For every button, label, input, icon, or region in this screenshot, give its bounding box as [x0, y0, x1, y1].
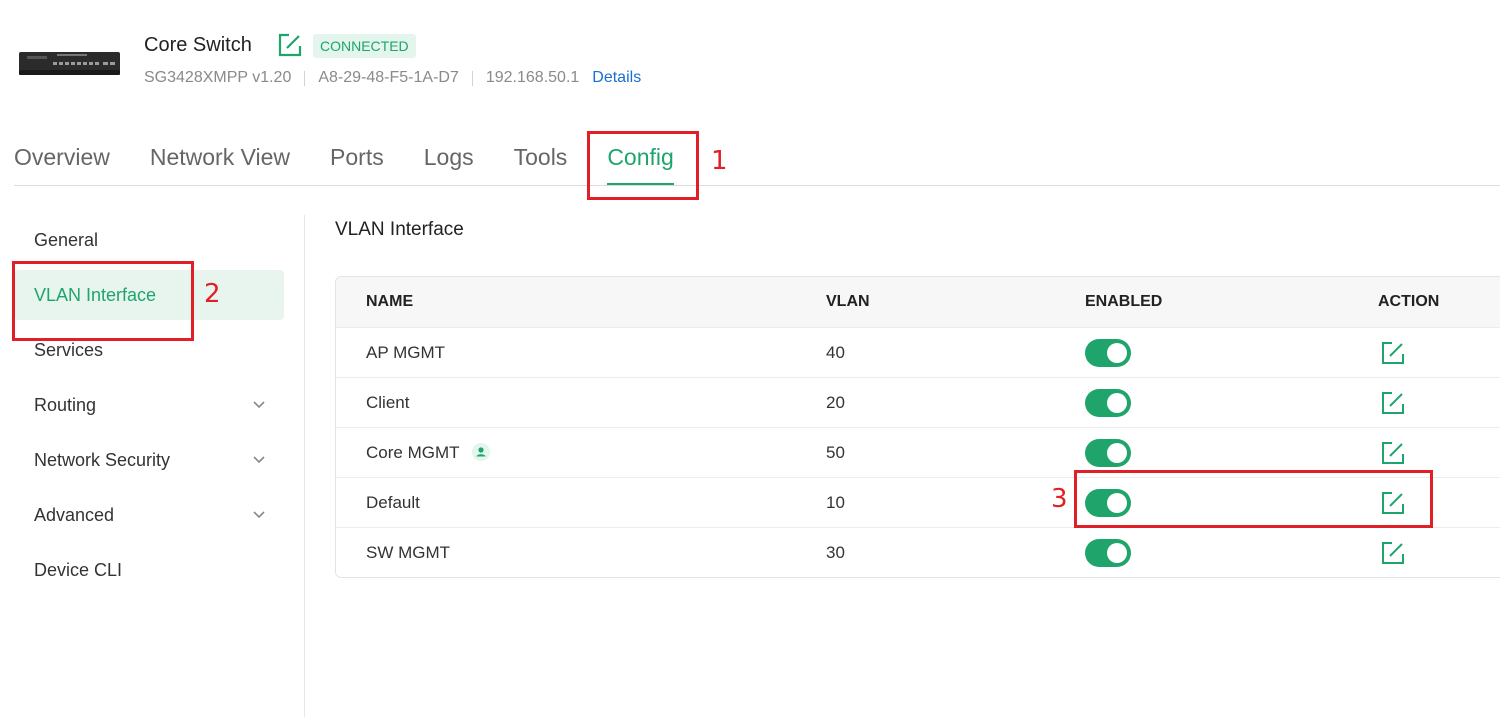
enabled-toggle[interactable]	[1085, 439, 1131, 467]
vlan-id: 10	[826, 493, 845, 512]
enabled-toggle[interactable]	[1085, 389, 1131, 417]
column-header-action: ACTION	[1378, 293, 1440, 310]
tab-overview[interactable]: Overview	[14, 140, 110, 186]
details-link[interactable]: Details	[592, 69, 641, 87]
sidebar-item-label: Device CLI	[34, 560, 123, 580]
tabs-divider	[14, 185, 1500, 186]
status-badge: CONNECTED	[313, 34, 416, 58]
tab-ports[interactable]: Ports	[330, 140, 384, 186]
vlan-name: Default	[366, 493, 420, 512]
user-icon	[471, 442, 490, 461]
chevron-down-icon	[253, 511, 265, 519]
device-mac: A8-29-48-F5-1A-D7	[318, 69, 459, 86]
device-meta: SG3428XMPP v1.20 A8-29-48-F5-1A-D7 192.1…	[144, 69, 641, 87]
annotation-number: 1	[711, 146, 728, 176]
annotation-box-config	[587, 131, 699, 200]
toggle-knob	[1107, 343, 1127, 363]
edit-icon[interactable]	[277, 32, 303, 58]
sidebar-item-label: Network Security	[34, 450, 171, 470]
device-model: SG3428XMPP v1.20	[144, 69, 292, 86]
meta-divider	[471, 70, 473, 86]
table-row: AP MGMT 40	[336, 327, 1500, 377]
sidebar-item-label: General	[34, 230, 99, 250]
vlan-name: AP MGMT	[366, 343, 446, 362]
tab-network-view[interactable]: Network View	[150, 140, 290, 186]
vlan-name: Client	[366, 393, 410, 412]
annotation-box-vlan-interface	[12, 261, 194, 341]
enabled-toggle[interactable]	[1085, 339, 1131, 367]
toggle-knob	[1107, 393, 1127, 413]
vlan-id: 30	[826, 543, 845, 562]
annotation-box-default-row	[1074, 470, 1433, 528]
column-header-enabled: ENABLED	[1085, 293, 1163, 310]
toggle-knob	[1107, 543, 1127, 563]
vlan-name: Core MGMT	[366, 443, 460, 462]
annotation-number: 2	[204, 279, 221, 309]
annotation-number: 3	[1051, 484, 1068, 514]
chevron-down-icon	[253, 401, 265, 409]
vlan-id: 50	[826, 443, 845, 462]
edit-icon[interactable]	[1380, 340, 1406, 366]
edit-icon[interactable]	[1380, 540, 1406, 566]
column-header-name: NAME	[366, 293, 414, 310]
switch-device-image	[19, 52, 120, 75]
sidebar-divider	[304, 215, 305, 717]
device-name: Core Switch	[144, 34, 252, 56]
enabled-toggle[interactable]	[1085, 539, 1131, 567]
table-header: NAME VLAN ENABLED ACTION	[336, 277, 1500, 327]
vlan-id: 40	[826, 343, 845, 362]
vlan-name-cell: Core MGMT	[366, 428, 490, 478]
vlan-table: NAME VLAN ENABLED ACTION AP MGMT 40 Clie…	[335, 276, 1500, 578]
sidebar-item-routing[interactable]: Routing	[14, 380, 284, 430]
sidebar-item-general[interactable]: General	[14, 215, 284, 265]
table-row: SW MGMT 30	[336, 527, 1500, 577]
edit-icon[interactable]	[1380, 440, 1406, 466]
sidebar-item-label: Services	[34, 340, 104, 360]
vlan-name: SW MGMT	[366, 543, 451, 562]
toggle-knob	[1107, 443, 1127, 463]
page-title: VLAN Interface	[335, 219, 464, 240]
device-ip: 192.168.50.1	[485, 69, 580, 86]
table-row: Client 20	[336, 377, 1500, 427]
sidebar-item-network-security[interactable]: Network Security	[14, 435, 284, 485]
sidebar-item-device-cli[interactable]: Device CLI	[14, 545, 284, 595]
meta-divider	[304, 70, 306, 86]
tab-tools[interactable]: Tools	[514, 140, 568, 186]
sidebar-item-label: Routing	[34, 395, 97, 415]
sidebar-item-label: Advanced	[34, 505, 115, 525]
chevron-down-icon	[253, 456, 265, 464]
tab-logs[interactable]: Logs	[424, 140, 474, 186]
vlan-id: 20	[826, 393, 845, 412]
edit-icon[interactable]	[1380, 390, 1406, 416]
sidebar-item-advanced[interactable]: Advanced	[14, 490, 284, 540]
column-header-vlan: VLAN	[826, 293, 870, 310]
